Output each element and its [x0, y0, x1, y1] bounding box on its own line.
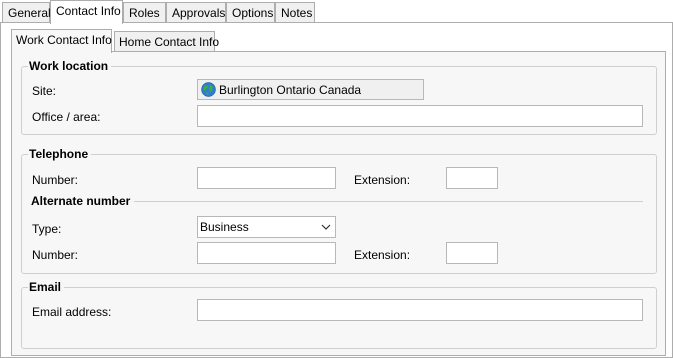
chevron-down-icon [321, 224, 331, 230]
tab-general[interactable]: General [2, 2, 51, 23]
email-address-label: Email address: [32, 305, 112, 319]
work-contact-info-panel: Work location Site: Burlington Ontario C… [11, 51, 666, 356]
tab-roles[interactable]: Roles [123, 2, 166, 23]
email-group: Email Email address: [21, 280, 657, 349]
telephone-number-label: Number: [32, 173, 79, 187]
globe-icon [201, 82, 216, 97]
site-value: Burlington Ontario Canada [219, 82, 362, 97]
telephone-title: Telephone [28, 147, 92, 161]
telephone-extension-label: Extension: [354, 173, 411, 187]
telephone-extension-input[interactable] [446, 167, 498, 189]
work-location-group: Work location Site: Burlington Ontario C… [21, 59, 657, 135]
email-address-input[interactable] [197, 299, 643, 321]
office-area-input[interactable] [197, 105, 643, 127]
tab-approvals[interactable]: Approvals [166, 2, 226, 23]
site-field[interactable]: Burlington Ontario Canada [197, 79, 424, 100]
tab-contact-info[interactable]: Contact Info [50, 0, 123, 24]
telephone-number-input[interactable] [197, 167, 336, 189]
tab-home-contact-info[interactable]: Home Contact Info [114, 31, 219, 52]
alternate-number-label: Number: [32, 248, 79, 262]
alternate-extension-label: Extension: [354, 248, 411, 262]
tab-notes[interactable]: Notes [275, 2, 315, 23]
work-location-title: Work location [28, 59, 112, 73]
alternate-extension-input[interactable] [446, 242, 498, 264]
alternate-number-input[interactable] [197, 242, 336, 264]
office-label: Office / area: [32, 110, 101, 124]
telephone-group: Telephone Number: Extension: Alternate n… [21, 147, 657, 274]
type-select[interactable]: Business [197, 216, 336, 238]
type-select-value: Business [200, 220, 249, 234]
type-label: Type: [32, 222, 62, 236]
tab-work-contact-info[interactable]: Work Contact Info [11, 29, 112, 53]
email-title: Email [28, 280, 65, 294]
alternate-number-title: Alternate number [31, 194, 135, 208]
site-label: Site: [32, 84, 57, 98]
tab-options[interactable]: Options [226, 2, 275, 23]
main-tab-bar: General Contact Info Roles Approvals Opt… [0, 0, 673, 24]
contact-info-panel: Work Contact Info Home Contact Info Work… [0, 22, 673, 358]
